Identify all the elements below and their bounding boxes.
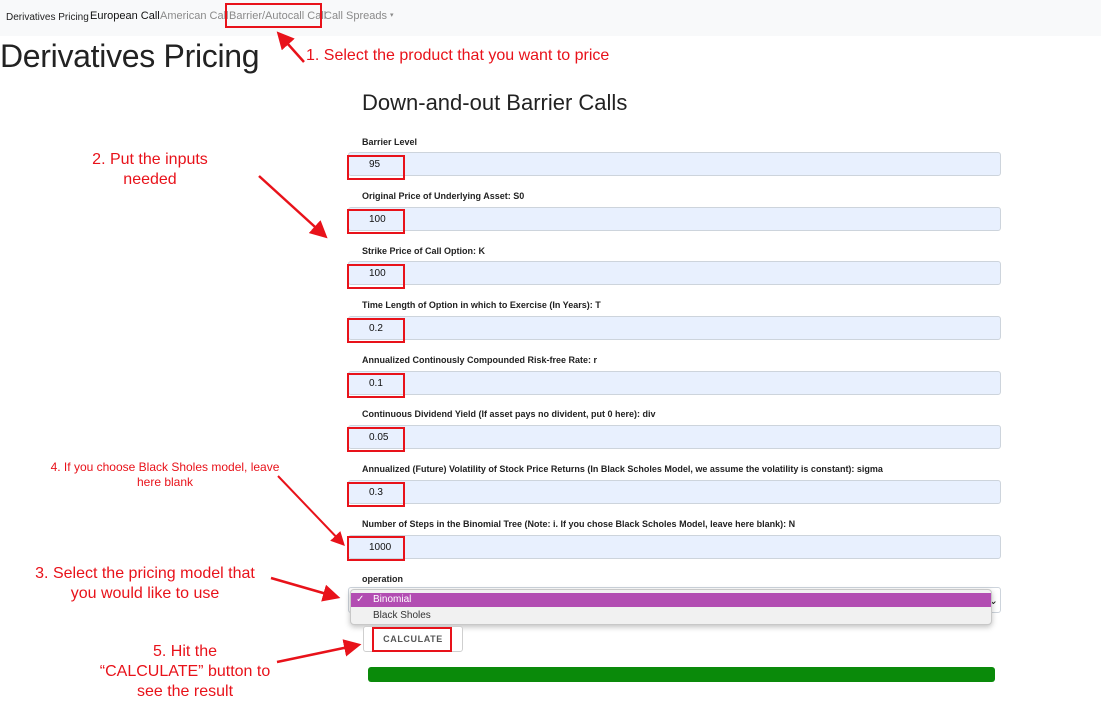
- dividend-yield-input[interactable]: [348, 425, 1001, 449]
- highlight-box-product-tab: [225, 3, 322, 28]
- annotation-step-5-line-1: 5. Hit the: [152, 643, 218, 660]
- option-binomial-label: Binomial: [373, 594, 412, 605]
- annotation-step-2-line-2: needed: [123, 171, 177, 188]
- annotation-step-2: 2. Put the inputs needed: [60, 150, 240, 190]
- operation-dropdown-list: ✓ Binomial Black Sholes: [350, 589, 992, 625]
- highlight-box-n-input: [347, 536, 405, 561]
- volatility-input[interactable]: [348, 480, 1001, 504]
- risk-free-rate-label: Annualized Continously Compounded Risk-f…: [362, 355, 598, 365]
- annotation-step-4-line-2: here blank: [136, 475, 194, 489]
- time-length-input[interactable]: [348, 316, 1001, 340]
- underlying-price-input[interactable]: [348, 207, 1001, 231]
- annotation-step-1: 1. Select the product that you want to p…: [306, 47, 610, 64]
- binomial-steps-label: Number of Steps in the Binomial Tree (No…: [362, 519, 796, 529]
- annotation-step-3: 3. Select the pricing model that you wou…: [10, 564, 280, 604]
- annotation-step-2-line-1: 2. Put the inputs: [92, 151, 208, 168]
- arrow-step-1: [276, 31, 305, 63]
- arrow-step-2: [258, 175, 328, 239]
- highlight-box-k-input: [347, 264, 405, 289]
- annotation-step-5-line-2: “CALCULATE” button to: [99, 663, 271, 680]
- option-binomial[interactable]: ✓ Binomial: [351, 593, 991, 607]
- navbar: Derivatives Pricing European Call Americ…: [0, 0, 1101, 36]
- highlight-box-div-input: [347, 427, 405, 452]
- highlight-box-t-input: [347, 318, 405, 343]
- strike-price-input[interactable]: [348, 261, 1001, 285]
- option-black-sholes-label: Black Sholes: [373, 610, 431, 621]
- annotation-step-3-line-1: 3. Select the pricing model that: [35, 565, 255, 582]
- underlying-price-label: Original Price of Underlying Asset: S0: [362, 191, 525, 201]
- barrier-level-label: Barrier Level: [362, 137, 418, 147]
- volatility-label: Annualized (Future) Volatility of Stock …: [362, 464, 883, 474]
- page-title: Derivatives Pricing: [0, 38, 260, 74]
- form-title: Down-and-out Barrier Calls: [362, 90, 628, 115]
- highlight-box-barrier-input: [347, 155, 405, 180]
- option-black-sholes[interactable]: Black Sholes: [351, 609, 991, 623]
- nav-brand[interactable]: Derivatives Pricing: [6, 12, 89, 23]
- risk-free-rate-input[interactable]: [348, 371, 1001, 395]
- highlight-box-sigma-input: [347, 482, 405, 507]
- highlight-box-calculate-button: [372, 627, 452, 652]
- annotation-step-4: 4. If you choose Black Sholes model, lea…: [25, 460, 305, 490]
- annotation-step-5-line-3: see the result: [136, 683, 234, 700]
- operation-label: operation: [362, 574, 404, 584]
- binomial-steps-input[interactable]: [348, 535, 1001, 559]
- annotation-step-5: 5. Hit the “CALCULATE” button to see the…: [70, 642, 300, 702]
- strike-price-label: Strike Price of Call Option: K: [362, 246, 486, 256]
- checkmark-icon: ✓: [356, 594, 365, 605]
- barrier-level-input[interactable]: [348, 152, 1001, 176]
- arrow-step-3: [270, 576, 341, 602]
- chevron-down-icon: ▾: [389, 12, 394, 19]
- annotation-step-4-line-1: 4. If you choose Black Sholes model, lea…: [50, 460, 280, 474]
- highlight-box-s0-input: [347, 209, 405, 234]
- highlight-box-r-input: [347, 373, 405, 398]
- time-length-label: Time Length of Option in which to Exerci…: [362, 300, 601, 310]
- progress-bar: [368, 667, 995, 682]
- annotation-step-3-line-2: you would like to use: [70, 585, 220, 602]
- nav-link-call-spreads[interactable]: Call Spreads ▾: [324, 10, 394, 22]
- nav-link-european-call[interactable]: European Call: [90, 10, 160, 22]
- dividend-yield-label: Continuous Dividend Yield (If asset pays…: [362, 409, 656, 419]
- nav-link-call-spreads-label: Call Spreads: [324, 10, 387, 22]
- nav-link-american-call[interactable]: American Call: [160, 10, 228, 22]
